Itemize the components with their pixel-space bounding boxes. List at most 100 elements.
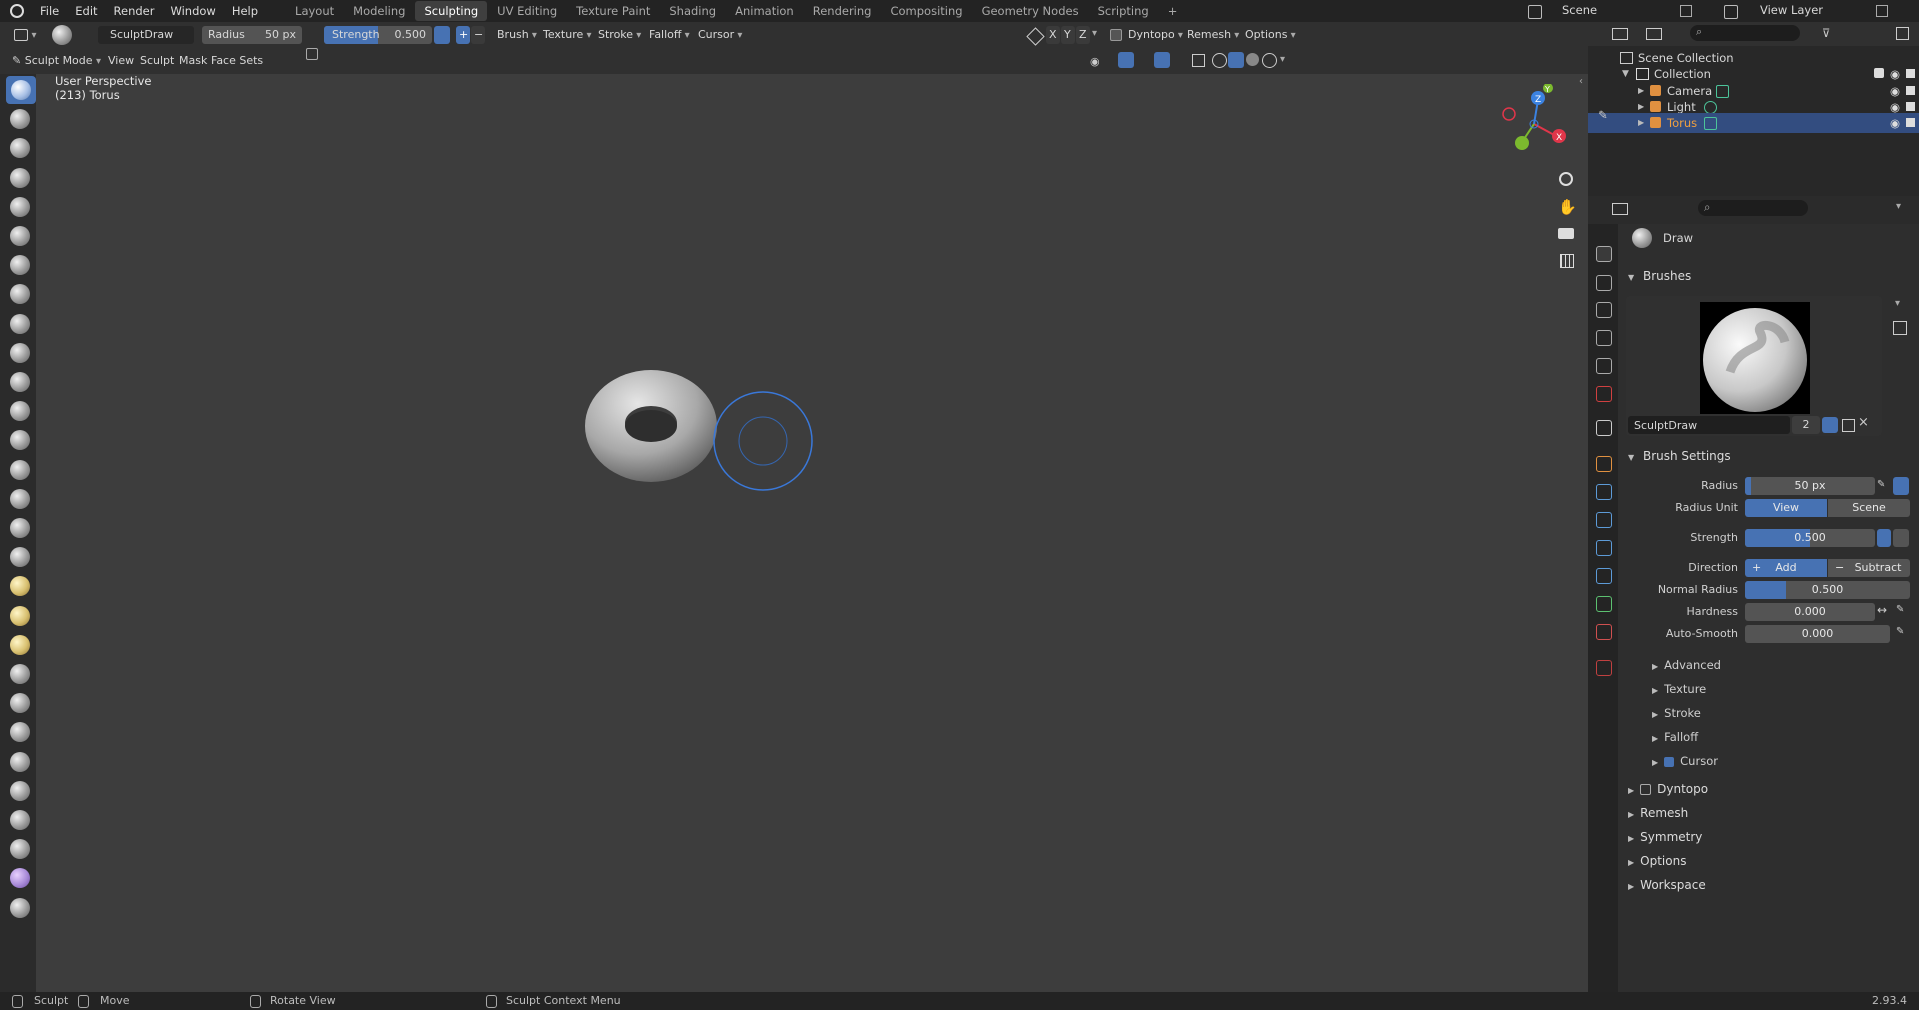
tab-compositing[interactable]: Compositing <box>881 1 971 21</box>
editor-type-icon[interactable] <box>1612 203 1628 215</box>
copy-view-layer-icon[interactable] <box>1876 5 1888 17</box>
strength-pressure-toggle[interactable] <box>1893 529 1909 547</box>
collection-checkbox[interactable] <box>1874 68 1884 78</box>
tool-draw-sharp-button[interactable] <box>8 107 32 131</box>
view-layer-selector[interactable]: View Layer <box>1724 2 1914 20</box>
collection-properties-icon[interactable] <box>1596 420 1612 436</box>
cursor-menu[interactable]: Cursor <box>692 26 748 44</box>
symmetry-x-toggle[interactable]: X <box>1046 26 1060 44</box>
particles-properties-icon[interactable] <box>1596 512 1612 528</box>
tab-animation[interactable]: Animation <box>726 1 803 21</box>
edit-pencil-icon[interactable]: ✎ <box>1598 108 1608 122</box>
tool-blob-button[interactable] <box>8 282 32 306</box>
filter-mode-icon[interactable] <box>1646 28 1662 40</box>
subpanel-advanced[interactable]: ▶ Advanced <box>1652 658 1721 672</box>
stroke-menu[interactable]: Stroke <box>592 26 647 44</box>
section-dyntopo[interactable]: ▶ Dyntopo <box>1628 782 1708 796</box>
menu-file[interactable]: File <box>32 0 67 22</box>
tool-thumb-button[interactable] <box>8 604 32 628</box>
outliner-search-input[interactable]: ⌕ <box>1690 25 1800 41</box>
navigation-gizmo[interactable]: X Z Y <box>1496 84 1576 164</box>
normal-radius-field[interactable]: 0.500 <box>1745 581 1910 599</box>
zoom-icon[interactable] <box>1559 172 1573 186</box>
chevron-down-icon[interactable]: ▾ <box>1280 54 1285 65</box>
gizmo-toggle-icon[interactable] <box>1118 52 1134 68</box>
section-workspace[interactable]: ▶ Workspace <box>1628 878 1706 892</box>
overlay-toggle-icon[interactable] <box>1154 52 1170 68</box>
hardness-field[interactable]: 0.000 <box>1745 603 1875 621</box>
section-options[interactable]: ▶ Options <box>1628 854 1686 868</box>
3d-viewport[interactable]: User Perspective (213) Torus X Z Y ✋ ‹ <box>36 74 1588 992</box>
radius-unit-view-option[interactable]: View <box>1745 499 1827 517</box>
filter-icon[interactable]: ⊽ <box>1822 26 1830 40</box>
tool-slide-relax-button[interactable] <box>8 720 32 744</box>
direction-subtract-toggle[interactable]: − <box>471 26 485 44</box>
render-camera-icon[interactable] <box>1906 102 1915 111</box>
constraints-properties-icon[interactable] <box>1596 568 1612 584</box>
properties-search-input[interactable]: ⌕ <box>1698 200 1808 216</box>
blender-logo-icon[interactable] <box>10 4 24 18</box>
add-workspace-button[interactable]: + <box>1159 1 1187 21</box>
tab-layout[interactable]: Layout <box>286 1 343 21</box>
tool-snake-hook-button[interactable] <box>8 574 32 598</box>
physics-properties-icon[interactable] <box>1596 540 1612 556</box>
object-properties-icon[interactable] <box>1596 456 1612 472</box>
options-menu[interactable]: Options <box>1239 26 1302 44</box>
tool-elastic-deform-button[interactable] <box>8 545 32 569</box>
tool-clay-thumb-button[interactable] <box>8 195 32 219</box>
menu-edit[interactable]: Edit <box>67 0 105 22</box>
remesh-menu[interactable]: Remesh <box>1181 26 1245 44</box>
auto-smooth-field[interactable]: 0.000 <box>1745 625 1890 643</box>
eye-icon[interactable]: ◉ <box>1890 113 1900 133</box>
tool-fill-button[interactable] <box>8 399 32 423</box>
outliner-item-torus[interactable]: ▶ Torus ◉ <box>1588 113 1919 133</box>
symmetry-z-toggle[interactable]: Z <box>1076 26 1090 44</box>
visibility-icon[interactable]: ◉ <box>1090 55 1100 68</box>
copy-scene-icon[interactable] <box>1680 5 1692 17</box>
fake-user-shield-icon[interactable] <box>1822 417 1838 433</box>
brush-users-count[interactable]: 2 <box>1792 416 1820 434</box>
pressure-strength-toggle[interactable] <box>434 26 450 44</box>
tool-grab-button[interactable] <box>8 516 32 540</box>
tool-smooth-button[interactable] <box>8 341 32 365</box>
tab-texture-paint[interactable]: Texture Paint <box>567 1 659 21</box>
texture-properties-icon[interactable] <box>1596 660 1612 676</box>
render-properties-icon[interactable] <box>1596 275 1612 291</box>
radius-field[interactable]: 50 px <box>1745 477 1875 495</box>
brush-name-field[interactable]: SculptDraw <box>98 26 194 44</box>
close-icon[interactable]: × <box>1858 415 1869 430</box>
subpanel-falloff[interactable]: ▶ Falloff <box>1652 730 1698 744</box>
duplicate-brush-icon[interactable] <box>1842 419 1855 432</box>
dyntopo-menu[interactable]: Dyntopo <box>1122 26 1189 44</box>
pressure-radius-icon[interactable]: ✎ <box>1877 479 1885 490</box>
hardness-pressure-icon[interactable]: ✎ <box>1896 604 1904 615</box>
direction-add-toggle[interactable]: + <box>456 26 470 44</box>
section-remesh[interactable]: ▶ Remesh <box>1628 806 1688 820</box>
auto-smooth-pressure-icon[interactable]: ✎ <box>1896 626 1904 637</box>
chevron-down-icon[interactable]: ▾ <box>1895 298 1900 309</box>
xray-toggle-icon[interactable] <box>1192 54 1205 67</box>
dyntopo-checkbox[interactable] <box>1110 29 1122 41</box>
tool-nudge-button[interactable] <box>8 662 32 686</box>
tab-sculpting[interactable]: Sculpting <box>415 1 488 21</box>
radius-slider[interactable]: Radius 50 px <box>202 26 302 44</box>
brush-name-field[interactable]: SculptDraw <box>1628 416 1790 434</box>
rendered-shading-icon[interactable] <box>1262 53 1277 68</box>
torus-data-icon[interactable] <box>1704 117 1717 130</box>
tool-properties-icon[interactable] <box>1596 246 1612 262</box>
invert-arrows-icon[interactable]: ↔ <box>1877 603 1887 617</box>
solid-shading-icon[interactable] <box>1228 52 1244 68</box>
tool-clay-strips-button[interactable] <box>8 166 32 190</box>
brush-preview-box[interactable]: SculptDraw 2 × <box>1626 296 1882 436</box>
symmetry-y-toggle[interactable]: Y <box>1061 26 1075 44</box>
falloff-menu[interactable]: Falloff <box>643 26 696 44</box>
material-shading-icon[interactable] <box>1246 53 1259 66</box>
collapse-arrow-icon[interactable]: ‹ <box>1579 76 1583 87</box>
subpanel-texture[interactable]: ▶ Texture <box>1652 682 1706 696</box>
new-collection-icon[interactable] <box>1896 27 1909 40</box>
scene-selector[interactable]: Scene <box>1528 2 1698 20</box>
direction-subtract-option[interactable]: − Subtract <box>1828 559 1910 577</box>
torus-mesh[interactable] <box>581 366 721 486</box>
image-icon[interactable] <box>1893 321 1907 335</box>
tab-shading[interactable]: Shading <box>660 1 725 21</box>
